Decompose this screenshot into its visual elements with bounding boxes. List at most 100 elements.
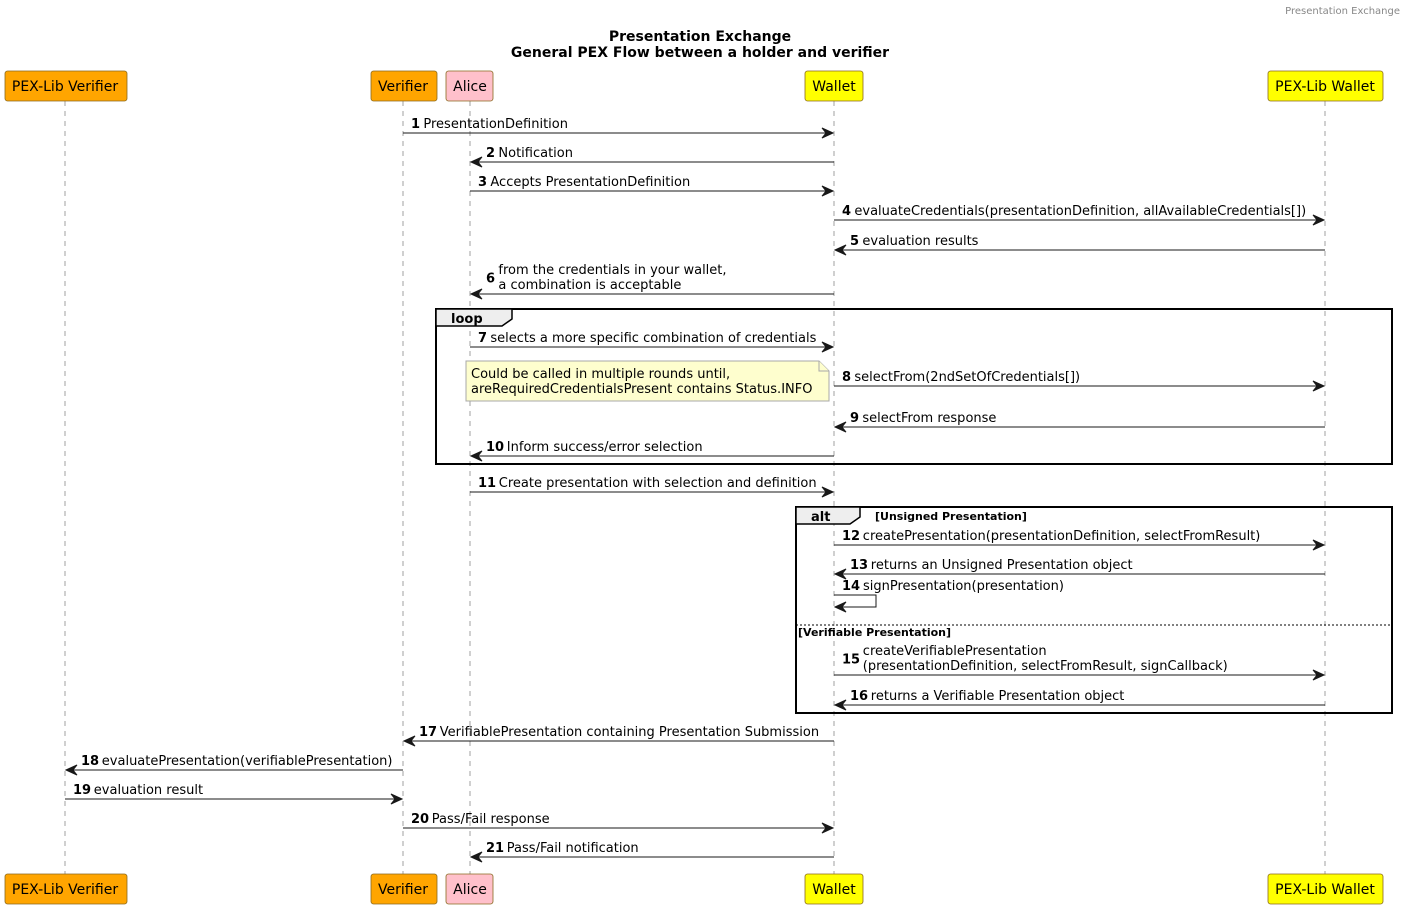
message-6: 6from the credentials in your wallet,a c…: [469, 263, 834, 300]
message-label: Accepts PresentationDefinition: [490, 175, 690, 190]
participant-label: Alice: [453, 79, 487, 95]
message-16: 16 returns a Verifiable Presentation obje…: [833, 689, 1325, 711]
message-number: 9: [850, 411, 859, 426]
message-label: a combination is acceptable: [498, 278, 681, 293]
participant-pexv-top[interactable]: PEX-Lib Verifier: [4, 70, 128, 102]
message-label: createVerifiablePresentation: [863, 644, 1047, 659]
message-1: 1 PresentationDefinition: [403, 117, 835, 139]
message-label: from the credentials in your wallet,: [498, 263, 726, 278]
message-20: 20 Pass/Fail response: [403, 812, 835, 834]
message-label: evaluation results: [862, 234, 978, 249]
participant-label: PEX-Lib Wallet: [1275, 882, 1375, 898]
page-header-label: Presentation Exchange: [1285, 6, 1400, 17]
message-19: 19 evaluation result: [65, 783, 404, 805]
message-15: 15createVerifiablePresentation(presentat…: [834, 644, 1326, 681]
message-label: Inform success/error selection: [507, 440, 703, 455]
message-label: Pass/Fail response: [432, 812, 550, 827]
message-number: 6: [486, 272, 495, 287]
message-number: 4: [842, 204, 851, 219]
message-13: 13 returns an Unsigned Presentation objec…: [833, 558, 1325, 580]
message-5: 5 evaluation results: [833, 234, 1325, 256]
message-8: 8 selectFrom(2ndSetOfCredentials[]): [834, 370, 1326, 392]
message-18: 18 evaluatePresentation(verifiablePresent…: [64, 754, 403, 776]
note: Could be called in multiple rounds until…: [465, 360, 830, 402]
message-11: 11 Create presentation with selection and…: [470, 476, 835, 498]
message-21: 21 Pass/Fail notification: [469, 841, 834, 863]
message-number: 16: [850, 689, 868, 704]
message-number: 3: [478, 175, 487, 190]
sequence-diagram: Presentation Exchange Presentation Excha…: [4, 6, 1400, 905]
message-number: 13: [850, 558, 868, 573]
message-17: 17 VerifiablePresentation containing Pres…: [402, 725, 834, 747]
message-label: evaluatePresentation(verifiablePresentat…: [102, 754, 393, 769]
message-number: 8: [842, 370, 851, 385]
participant-alice-bottom[interactable]: Alice: [445, 873, 494, 905]
participant-pexv-bottom[interactable]: PEX-Lib Verifier: [4, 873, 128, 905]
message-label: VerifiablePresentation containing Presen…: [440, 725, 819, 740]
participants-bottom: PEX-Lib Verifier Verifier Alice Wallet PEX-L…: [4, 873, 1384, 905]
message-label: selectFrom response: [862, 411, 996, 426]
note-fold: [818, 361, 829, 372]
message-number: 19: [73, 783, 91, 798]
participant-ver-top[interactable]: Verifier: [370, 70, 438, 102]
message-label: evaluation result: [94, 783, 203, 798]
message-label: evaluateCredentials(presentationDefiniti…: [854, 204, 1306, 219]
message-number: 2: [486, 146, 495, 161]
message-label: createPresentation(presentationDefinitio…: [863, 529, 1261, 544]
message-number: 18: [81, 754, 99, 769]
participants-top: PEX-Lib Verifier Verifier Alice Wallet PEX-L…: [4, 70, 1384, 102]
message-number: 1: [411, 117, 420, 132]
participant-label: Verifier: [378, 79, 428, 95]
message-number: 20: [411, 812, 429, 827]
message-2: 2 Notification: [469, 146, 834, 168]
diagram-title-line-1: Presentation Exchange: [609, 29, 791, 45]
message-number: 14: [842, 579, 860, 594]
message-7: 7 selects a more specific combination of …: [470, 331, 835, 353]
participant-label: Wallet: [812, 882, 856, 898]
participant-label: PEX-Lib Wallet: [1275, 79, 1375, 95]
participant-alice-top[interactable]: Alice: [445, 70, 494, 102]
message-label: Pass/Fail notification: [507, 841, 639, 856]
message-9: 9 selectFrom response: [833, 411, 1325, 433]
note-text-line: areRequiredCredentialsPresent contains S…: [471, 382, 812, 397]
message-label: selectFrom(2ndSetOfCredentials[]): [854, 370, 1080, 385]
participant-ver-bottom[interactable]: Verifier: [370, 873, 438, 905]
participant-wallet-top[interactable]: Wallet: [804, 70, 864, 102]
message-number: 5: [850, 234, 859, 249]
message-label: returns an Unsigned Presentation object: [871, 558, 1133, 573]
participant-wallet-bottom[interactable]: Wallet: [804, 873, 864, 905]
note-text-line: Could be called in multiple rounds until…: [471, 367, 730, 382]
message-number: 15: [842, 653, 860, 668]
message-label: PresentationDefinition: [423, 117, 568, 132]
message-number: 17: [419, 725, 437, 740]
message-number: 21: [486, 841, 504, 856]
participant-pexw-bottom[interactable]: PEX-Lib Wallet: [1267, 873, 1384, 905]
message-4: 4 evaluateCredentials(presentationDefinit…: [834, 204, 1326, 226]
message-14: 14 signPresentation(presentation): [833, 579, 1064, 613]
message-10: 10 Inform success/error selection: [469, 440, 834, 462]
message-label: (presentationDefinition, selectFromResul…: [863, 659, 1228, 674]
message-3: 3 Accepts PresentationDefinition: [470, 175, 835, 197]
messages: 1 PresentationDefinition 2 Notification 3 Acc…: [64, 117, 1326, 863]
participant-label: Wallet: [812, 79, 856, 95]
message-label: signPresentation(presentation): [863, 579, 1064, 594]
message-number: 10: [486, 440, 504, 455]
alt-keyword: alt: [811, 510, 830, 525]
participant-label: Alice: [453, 882, 487, 898]
message-number: 7: [478, 331, 487, 346]
message-number: 11: [478, 476, 496, 491]
alt-else-guard: [Verifiable Presentation]: [798, 626, 951, 639]
notes: Could be called in multiple rounds until…: [465, 360, 830, 402]
participant-label: PEX-Lib Verifier: [12, 79, 118, 95]
message-label: Notification: [498, 146, 573, 161]
message-label: Create presentation with selection and d…: [499, 476, 817, 491]
alt-guard: [Unsigned Presentation]: [875, 510, 1027, 523]
message-label: selects a more specific combination of c…: [490, 331, 816, 346]
loop-keyword: loop: [451, 312, 483, 327]
message-label: returns a Verifiable Presentation object: [871, 689, 1125, 704]
participant-pexw-top[interactable]: PEX-Lib Wallet: [1267, 70, 1384, 102]
participant-label: PEX-Lib Verifier: [12, 882, 118, 898]
diagram-title-line-2: General PEX Flow between a holder and ve…: [511, 45, 889, 61]
participant-label: Verifier: [378, 882, 428, 898]
message-number: 12: [842, 529, 860, 544]
